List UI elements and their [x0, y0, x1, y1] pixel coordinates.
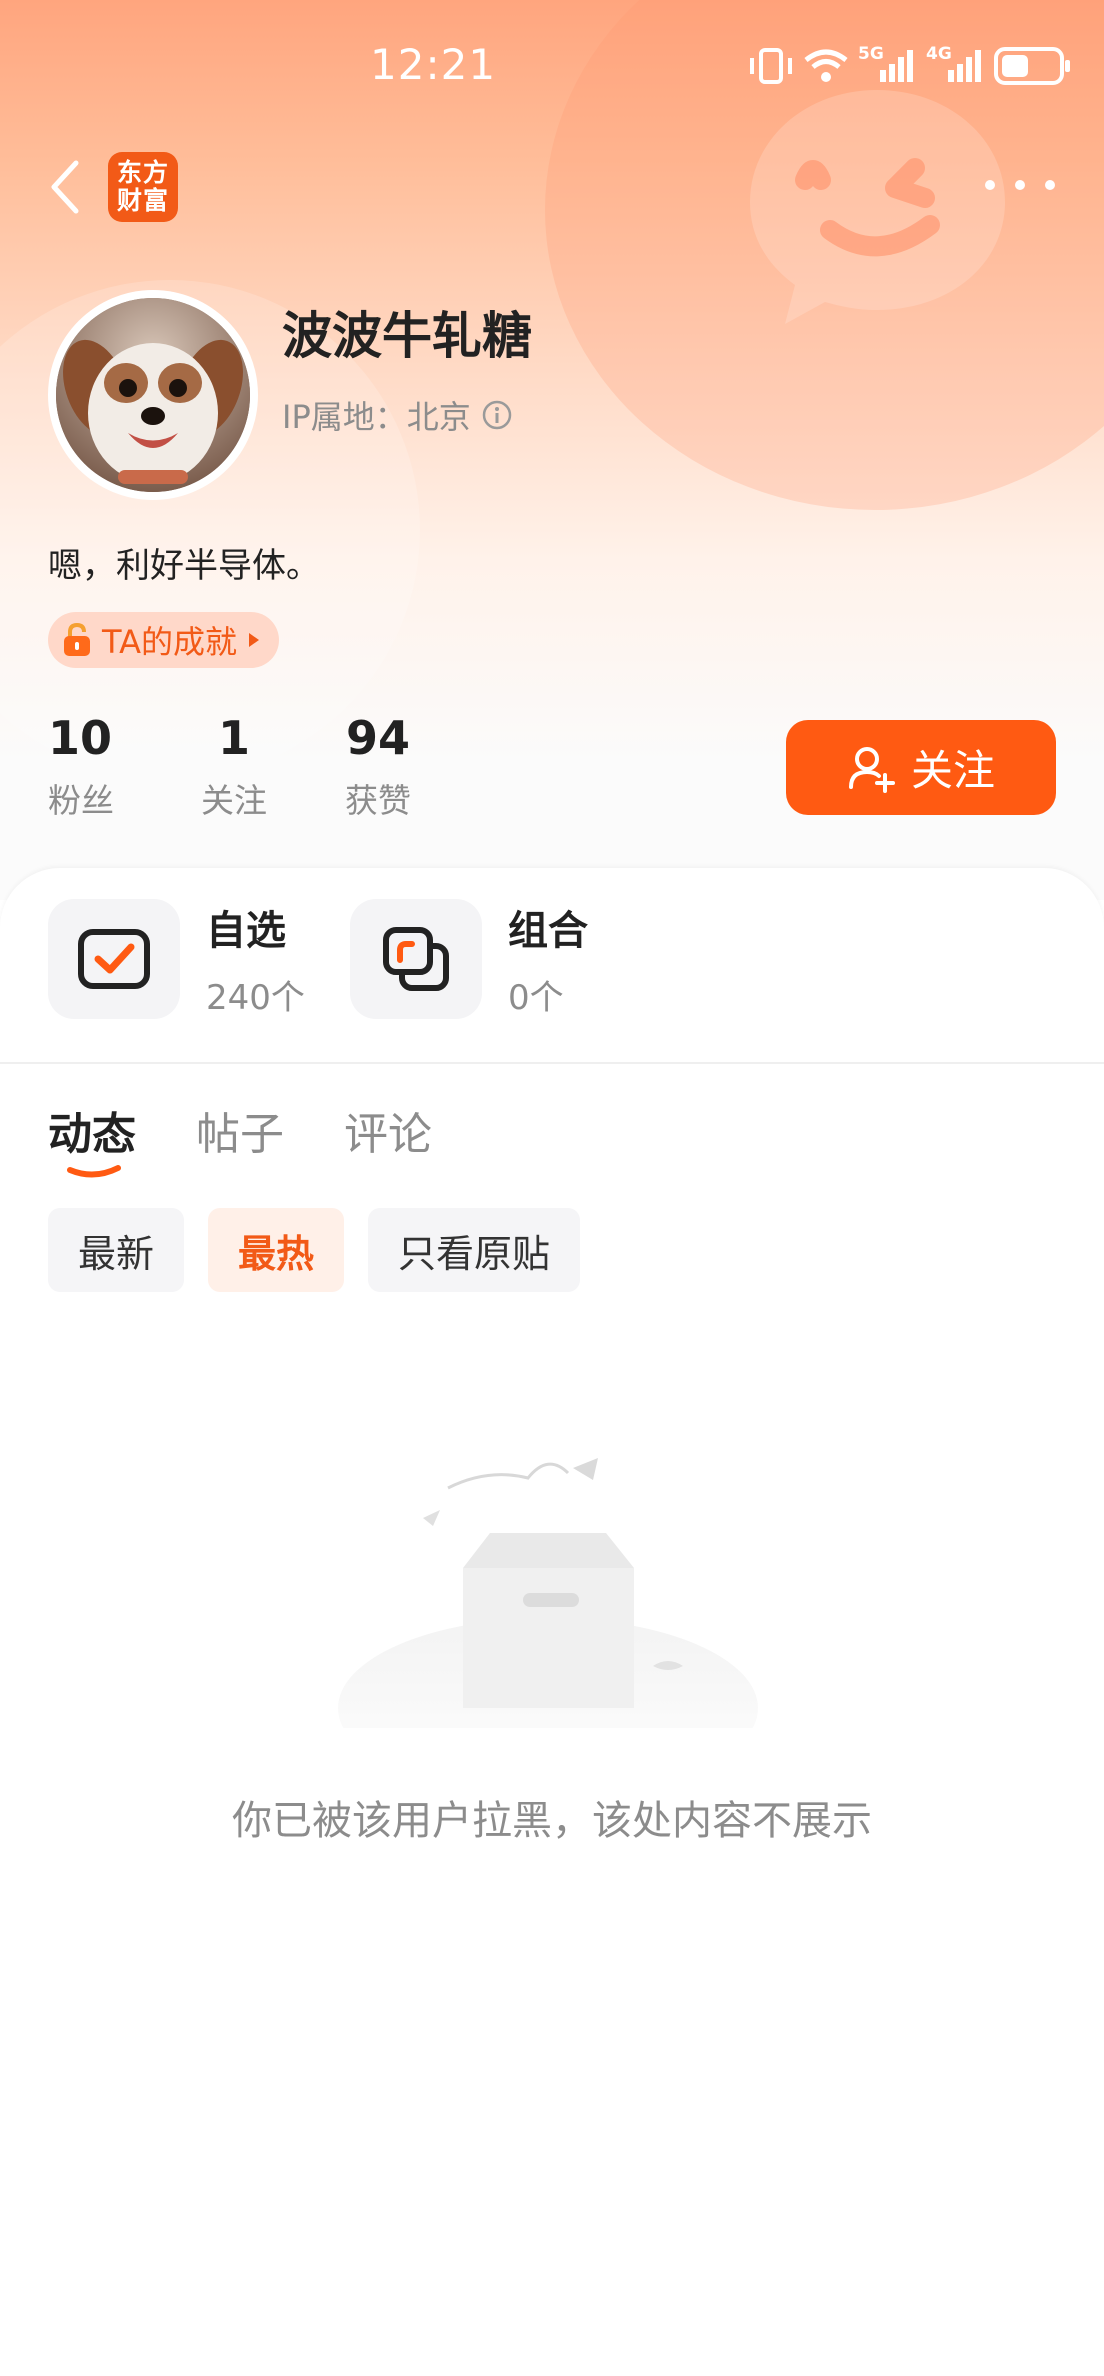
signal-5g-icon: 5G — [858, 44, 916, 84]
tab-comments[interactable]: 评论 — [344, 1098, 432, 1162]
shortcut-count: 0个 — [508, 978, 564, 1018]
stat-value: 94 — [345, 711, 410, 765]
tab-label: 帖子 — [196, 1109, 284, 1160]
stat-fans[interactable]: 10 粉丝 — [48, 710, 120, 822]
tab-label: 评论 — [344, 1109, 432, 1160]
ip-location-text: IP属地：北京 — [282, 398, 471, 436]
shortcut-title: 自选 — [206, 908, 286, 954]
filter-chips: 最新 最热 只看原贴 — [48, 1208, 581, 1292]
follow-button[interactable]: 关注 — [786, 720, 1056, 815]
filter-hottest[interactable]: 最热 — [208, 1208, 345, 1292]
tab-label: 动态 — [48, 1109, 136, 1160]
info-icon[interactable] — [481, 399, 513, 431]
achievement-label: TA的成就 — [102, 623, 237, 661]
shortcut-count: 240个 — [206, 978, 305, 1018]
content-card: 自选 240个 组合 0个 动态 帖子 评论 最新 最热 只看原贴 你已被该用户… — [0, 868, 1104, 2376]
empty-box-illustration — [338, 1458, 758, 1728]
stat-label: 粉丝 — [48, 781, 114, 820]
back-arrow-icon[interactable] — [44, 155, 94, 219]
signal-4g-icon: 4G — [926, 44, 984, 84]
status-bar: 12:21 5G 4G — [0, 0, 1104, 130]
content-tabs: 动态 帖子 评论 — [48, 1098, 432, 1178]
stat-value: 10 — [48, 711, 113, 765]
status-icons: 5G 4G — [748, 44, 1072, 86]
username: 波波牛轧糖 — [282, 307, 532, 365]
lock-icon — [64, 622, 90, 656]
stat-following[interactable]: 1 关注 — [162, 710, 306, 822]
user-bio: 嗯，利好半导体。 — [48, 546, 320, 586]
divider — [0, 1062, 1104, 1064]
filter-original-only[interactable]: 只看原贴 — [368, 1208, 581, 1292]
wifi-icon — [804, 49, 848, 82]
watchlist-icon — [48, 898, 180, 1019]
stat-value: 1 — [217, 711, 250, 765]
empty-state-message: 你已被该用户拉黑，该处内容不展示 — [232, 1798, 872, 1844]
stat-label: 获赞 — [345, 781, 411, 820]
logo-text-line2: 财富 — [116, 186, 169, 215]
profile-stats: 10 粉丝 1 关注 94 获赞 — [48, 710, 450, 822]
avatar-image — [56, 298, 250, 492]
vibrate-icon — [750, 48, 792, 84]
follow-button-label: 关注 — [910, 746, 995, 795]
filter-latest[interactable]: 最新 — [48, 1208, 185, 1292]
shortcut-watchlist[interactable]: 自选 240个 — [48, 898, 305, 1019]
ip-location: IP属地：北京 — [282, 392, 513, 438]
more-options-icon[interactable] — [985, 170, 1055, 200]
stat-likes[interactable]: 94 获赞 — [306, 710, 450, 822]
battery-icon — [994, 47, 1070, 85]
tab-activity[interactable]: 动态 — [48, 1098, 136, 1178]
shortcut-portfolio[interactable]: 组合 0个 — [350, 898, 588, 1019]
play-arrow-icon — [248, 633, 259, 647]
add-user-icon — [848, 746, 895, 793]
portfolio-icon — [350, 898, 482, 1019]
stat-label: 关注 — [201, 781, 267, 820]
logo-text-line1: 东方 — [116, 158, 169, 187]
status-time: 12:21 — [370, 40, 497, 89]
app-logo: 东方 财富 — [108, 152, 178, 222]
avatar[interactable] — [48, 290, 258, 500]
tab-active-indicator — [67, 1165, 121, 1178]
tab-posts[interactable]: 帖子 — [196, 1098, 284, 1162]
achievement-badge[interactable]: TA的成就 — [48, 612, 279, 668]
shortcut-title: 组合 — [508, 908, 588, 954]
